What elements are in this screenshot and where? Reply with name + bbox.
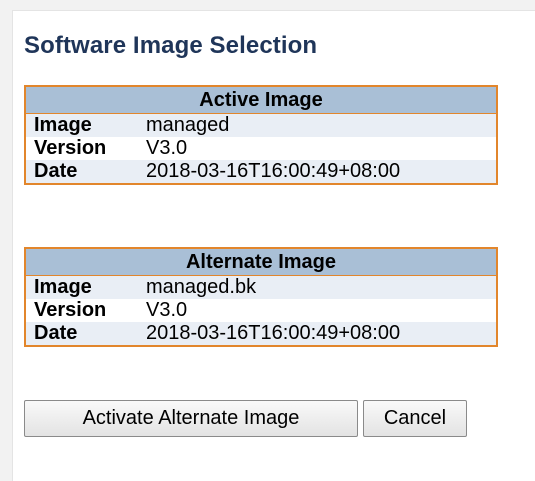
image-label: Image: [25, 275, 138, 299]
version-value: V3.0: [138, 137, 497, 160]
image-value: managed: [138, 113, 497, 137]
table-row: Version V3.0: [25, 137, 497, 160]
image-value: managed.bk: [138, 275, 497, 299]
version-value: V3.0: [138, 299, 497, 322]
version-label: Version: [25, 137, 138, 160]
date-value: 2018-03-16T16:00:49+08:00: [138, 322, 497, 346]
table-row: Date 2018-03-16T16:00:49+08:00: [25, 160, 497, 184]
alternate-image-header: Alternate Image: [25, 248, 497, 276]
date-label: Date: [25, 160, 138, 184]
page-title: Software Image Selection: [24, 32, 318, 59]
cancel-button[interactable]: Cancel: [363, 400, 467, 437]
table-header-row: Alternate Image: [25, 248, 497, 276]
alternate-image-table: Alternate Image Image managed.bk Version…: [24, 247, 498, 347]
image-label: Image: [25, 113, 138, 137]
date-label: Date: [25, 322, 138, 346]
date-value: 2018-03-16T16:00:49+08:00: [138, 160, 497, 184]
table-row: Image managed: [25, 113, 497, 137]
active-image-header: Active Image: [25, 86, 497, 114]
button-bar: Activate Alternate Image Cancel: [24, 400, 467, 437]
table-row: Version V3.0: [25, 299, 497, 322]
version-label: Version: [25, 299, 138, 322]
activate-alternate-image-button[interactable]: Activate Alternate Image: [24, 400, 358, 437]
table-header-row: Active Image: [25, 86, 497, 114]
table-row: Image managed.bk: [25, 275, 497, 299]
table-row: Date 2018-03-16T16:00:49+08:00: [25, 322, 497, 346]
active-image-table: Active Image Image managed Version V3.0 …: [24, 85, 498, 185]
